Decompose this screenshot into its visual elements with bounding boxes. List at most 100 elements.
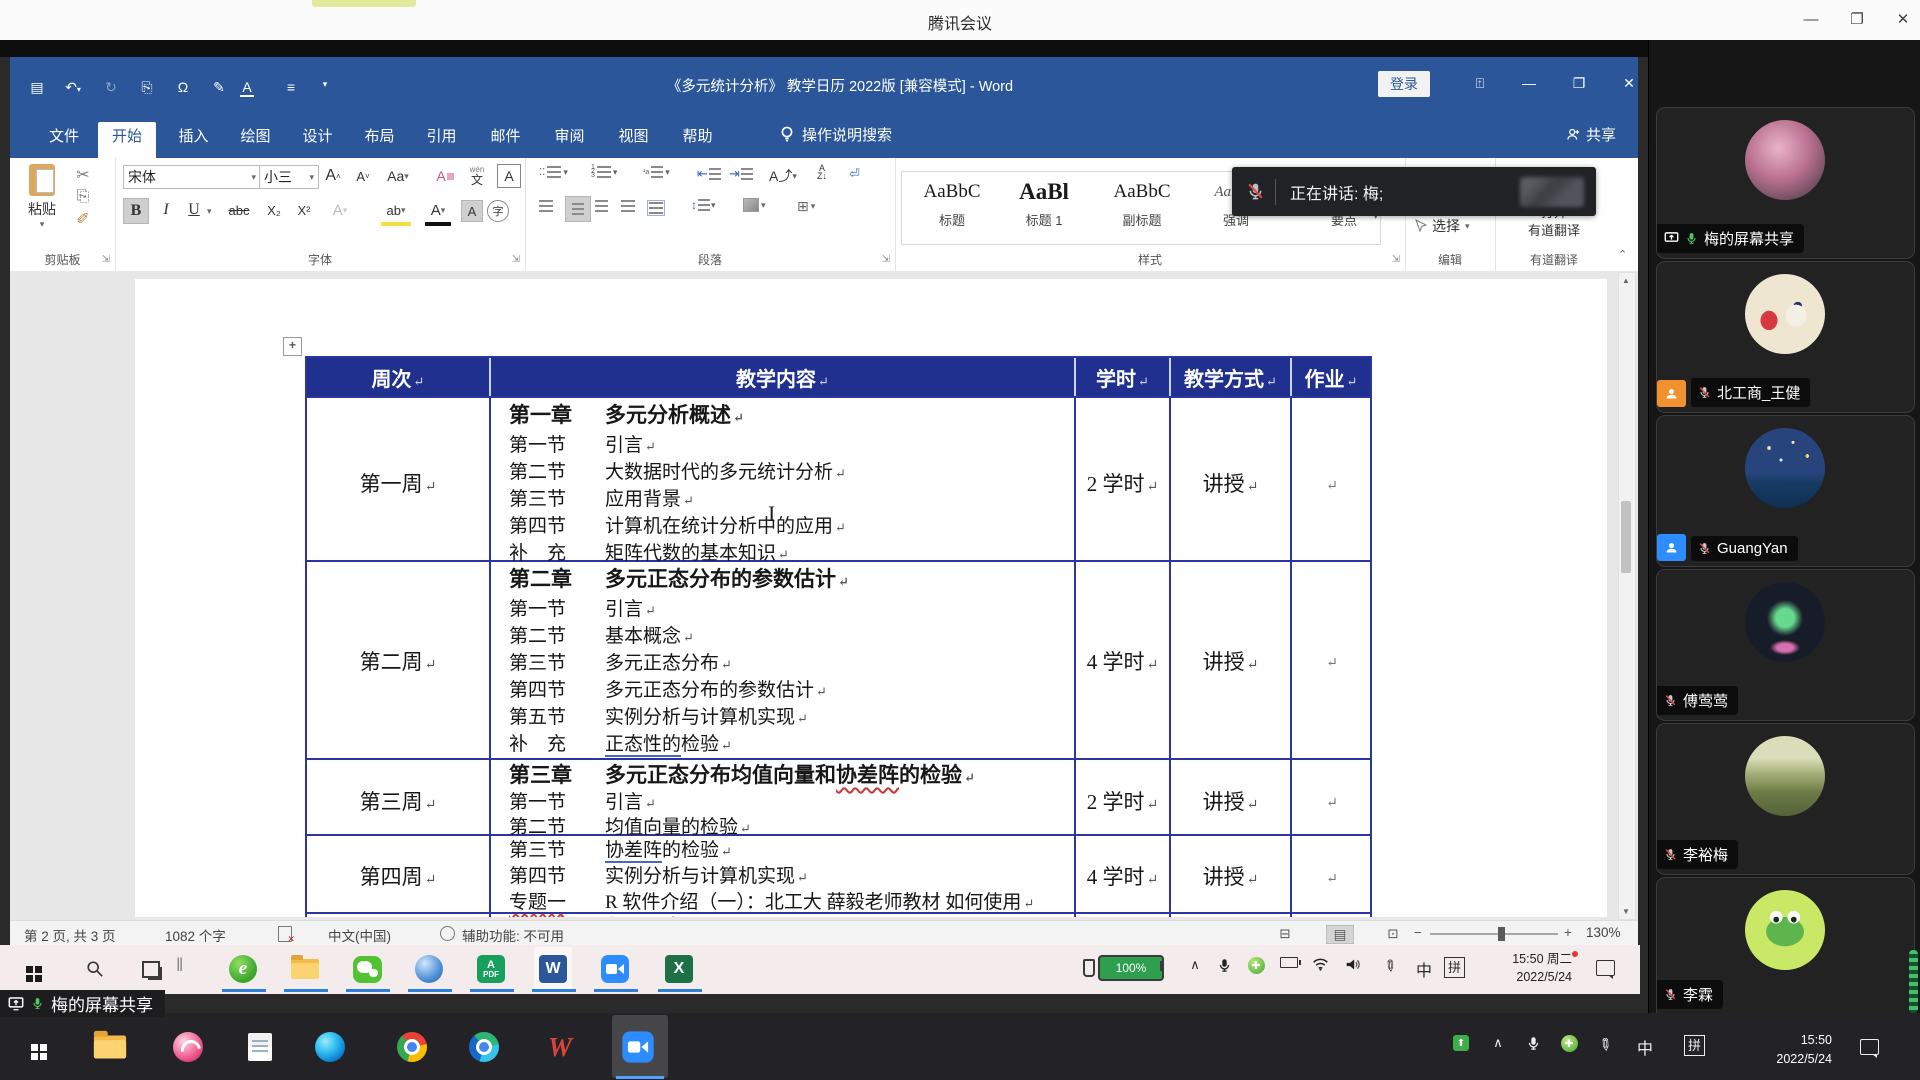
- cut-icon[interactable]: ✂: [72, 166, 94, 184]
- participant-tile[interactable]: GuangYan: [1656, 415, 1915, 567]
- styles-launcher-icon[interactable]: ⇲: [1392, 254, 1400, 265]
- tab-design[interactable]: 设计: [290, 122, 345, 158]
- tray-green-icon[interactable]: ⬆: [1448, 1035, 1474, 1051]
- show-marks-button[interactable]: ⏎: [849, 166, 860, 182]
- shared-start-button[interactable]: [12, 953, 46, 985]
- clear-format-button[interactable]: A: [433, 164, 457, 188]
- tab-file[interactable]: 文件: [38, 122, 90, 158]
- start-button[interactable]: [14, 1028, 54, 1066]
- tray-360-icon[interactable]: ✚: [1556, 1035, 1582, 1052]
- tray-expand-icon[interactable]: ∧: [1486, 1035, 1510, 1051]
- print-layout-icon[interactable]: ▤: [1326, 925, 1354, 944]
- participant-tile[interactable]: 傅莺莺: [1656, 569, 1915, 721]
- qat-more-icon[interactable]: ▾: [310, 79, 340, 90]
- meeting-app-icon[interactable]: [598, 953, 632, 985]
- save-icon[interactable]: ▤: [22, 79, 52, 96]
- text-effects-button[interactable]: A▾: [327, 198, 353, 222]
- increase-indent-button[interactable]: ⇥: [729, 166, 753, 182]
- file-explorer-icon[interactable]: [288, 953, 322, 985]
- character-shading-button[interactable]: A: [461, 200, 483, 222]
- shrink-font-button[interactable]: A˅: [351, 164, 375, 188]
- participant-tile[interactable]: 李裕梅: [1656, 723, 1915, 875]
- scroll-down-icon[interactable]: ▼: [1621, 907, 1631, 916]
- tray-speaker-icon[interactable]: [1340, 957, 1364, 972]
- subscript-button[interactable]: X₂: [261, 198, 287, 222]
- zoom-level[interactable]: 130%: [1586, 925, 1621, 940]
- tab-review[interactable]: 审阅: [542, 122, 597, 158]
- excel-app-icon[interactable]: X: [662, 953, 696, 985]
- page-indicator[interactable]: 第 2 页, 共 3 页: [24, 925, 116, 945]
- grow-font-button[interactable]: A˄: [321, 164, 345, 188]
- clipboard-launcher-icon[interactable]: ⇲: [102, 254, 110, 265]
- word-close-icon[interactable]: ✕: [1614, 75, 1644, 92]
- word-restore-icon[interactable]: ❐: [1564, 75, 1594, 92]
- line-spacing-button[interactable]: ↕▾: [691, 198, 716, 212]
- scroll-thumb[interactable]: [1621, 501, 1631, 573]
- zoom-out-icon[interactable]: −: [1414, 925, 1422, 940]
- ime-mode[interactable]: 中: [1412, 957, 1436, 981]
- battery-indicator[interactable]: 100%: [1098, 955, 1164, 981]
- table-move-handle-icon[interactable]: +: [283, 337, 302, 356]
- sort-button[interactable]: AZ↓: [817, 164, 827, 180]
- tray-expand-icon[interactable]: ∧: [1184, 957, 1206, 973]
- align-center-button[interactable]: [565, 196, 591, 222]
- tray-360-icon[interactable]: ✚: [1244, 957, 1268, 974]
- bold-button[interactable]: B: [123, 198, 149, 224]
- browser-e-icon[interactable]: e: [226, 953, 260, 985]
- login-button[interactable]: 登录: [1378, 71, 1430, 97]
- style-heading1[interactable]: AaBl 标题 1: [1000, 176, 1088, 229]
- paragraph-launcher-icon[interactable]: ⇲: [882, 254, 890, 265]
- underline-a-icon[interactable]: A: [240, 79, 254, 97]
- distribute-button[interactable]: [647, 200, 665, 216]
- copy-icon[interactable]: ⎘: [132, 79, 162, 96]
- tray-mic-icon[interactable]: [1520, 1035, 1546, 1052]
- select-button[interactable]: 选择▾: [1415, 216, 1470, 236]
- underline-button[interactable]: U: [183, 198, 205, 222]
- pdf-app-icon[interactable]: APDF: [474, 953, 508, 985]
- italic-button[interactable]: I: [155, 198, 177, 222]
- justify-button[interactable]: [621, 200, 635, 212]
- align-left-button[interactable]: [539, 200, 553, 212]
- tab-draw[interactable]: 绘图: [228, 122, 283, 158]
- share-button[interactable]: 共享: [1566, 124, 1616, 145]
- web-layout-icon[interactable]: ⊡: [1380, 925, 1406, 942]
- participant-tile[interactable]: 李霖: [1656, 877, 1915, 1015]
- tab-view[interactable]: 视图: [606, 122, 661, 158]
- minimize-icon[interactable]: —: [1794, 8, 1828, 32]
- action-center-icon[interactable]: [1860, 1039, 1879, 1055]
- zoom-slider-track[interactable]: [1430, 933, 1558, 935]
- tray-battery-icon[interactable]: [1276, 957, 1302, 968]
- participant-tile[interactable]: 梅的屏幕共享: [1656, 107, 1915, 259]
- shared-search-icon[interactable]: [78, 953, 112, 985]
- participants-scrollbar[interactable]: [1909, 950, 1918, 1013]
- zoom-in-icon[interactable]: +: [1564, 925, 1572, 940]
- read-mode-icon[interactable]: ⊟: [1272, 925, 1298, 942]
- ime-mode[interactable]: 中: [1632, 1035, 1658, 1059]
- strikethrough-button[interactable]: abc: [223, 198, 255, 222]
- font-name-select[interactable]: 宋体▾: [123, 165, 261, 189]
- task-view-icon[interactable]: [134, 953, 168, 985]
- browser-alt-icon[interactable]: [464, 1028, 504, 1066]
- paste-button[interactable]: 粘贴 ▾: [20, 164, 64, 230]
- doc-scrollbar[interactable]: ▲ ▼: [1618, 272, 1636, 920]
- character-border-button[interactable]: A: [497, 164, 521, 188]
- font-color-button[interactable]: A▾: [425, 198, 451, 226]
- style-subtitle[interactable]: AaBbC 副标题: [1098, 176, 1186, 229]
- format-painter-icon[interactable]: ✐: [72, 210, 94, 228]
- enclose-character-button[interactable]: 字: [487, 200, 509, 222]
- font-launcher-icon[interactable]: ⇲: [512, 254, 520, 265]
- participant-tile[interactable]: 北工商_王健: [1656, 261, 1915, 413]
- scroll-up-icon[interactable]: ▲: [1621, 276, 1631, 285]
- multilevel-list-button[interactable]: ¹a▾: [643, 166, 670, 178]
- word-minimize-icon[interactable]: —: [1514, 75, 1544, 91]
- shading-button[interactable]: ▾: [743, 198, 766, 212]
- language-indicator[interactable]: 中文(中国): [328, 925, 391, 945]
- document-area[interactable]: + I 周次 教学内容 学时 教学方式 作业 第一周: [10, 271, 1638, 920]
- font-size-select[interactable]: 小三▾: [259, 165, 319, 189]
- clock[interactable]: 15:50 2022/5/24: [1736, 1031, 1832, 1069]
- file-explorer-icon[interactable]: [90, 1028, 130, 1066]
- meeting-app-icon[interactable]: [618, 1028, 658, 1066]
- browser-globe-icon[interactable]: [412, 953, 446, 985]
- maximize-icon[interactable]: ❐: [1840, 8, 1874, 32]
- edge-icon[interactable]: [310, 1028, 350, 1066]
